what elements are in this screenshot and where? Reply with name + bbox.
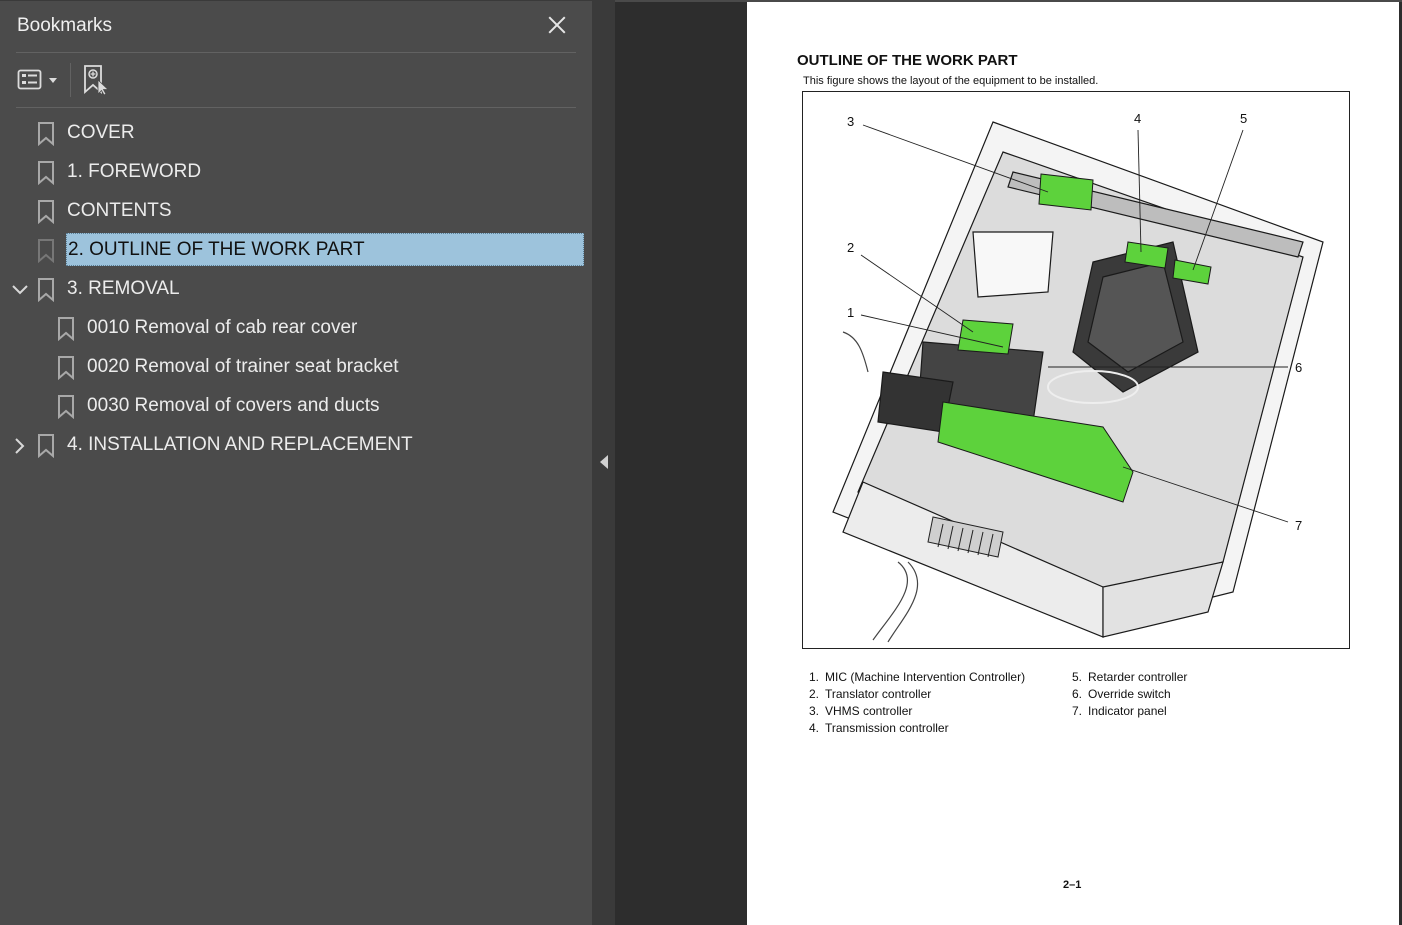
legend-item: 6. Override switch — [1071, 687, 1171, 701]
machine-illustration — [832, 121, 1324, 643]
callout-label: 1 — [847, 305, 855, 320]
panel-title: Bookmarks — [17, 15, 113, 36]
legend-item: 4. Transmission controller — [808, 721, 949, 735]
bookmark-item-foreword[interactable]: 1. FOREWORD — [0, 153, 592, 192]
bookmark-icon — [38, 161, 54, 185]
bookmark-item-contents[interactable]: CONTENTS — [0, 192, 592, 231]
callout-label: 7 — [1295, 518, 1303, 533]
bookmark-tree: COVER 1. FOREWORD CONTENTS 2. OUTLINE OF… — [0, 114, 592, 465]
new-bookmark-button[interactable] — [82, 64, 112, 96]
legend-item: 7. Indicator panel — [1071, 704, 1167, 718]
toolbar-separator — [70, 63, 71, 97]
bookmark-label: 0030 Removal of covers and ducts — [87, 395, 380, 416]
bookmark-label: 0020 Removal of trainer seat bracket — [87, 356, 399, 377]
legend-item: 3. VHMS controller — [808, 704, 913, 718]
bookmark-item-removal[interactable]: 3. REMOVAL — [0, 270, 592, 309]
bookmark-item-cover[interactable]: COVER — [0, 114, 592, 153]
bookmark-icon — [58, 317, 74, 341]
bookmark-item-0020[interactable]: 0020 Removal of trainer seat bracket — [0, 348, 592, 387]
bookmark-item-outline[interactable]: 2. OUTLINE OF THE WORK PART — [0, 231, 592, 270]
collapse-panel-icon[interactable] — [600, 455, 608, 469]
callout-label: 6 — [1295, 360, 1303, 375]
divider — [16, 107, 576, 108]
legend-item: 2. Translator controller — [808, 687, 932, 701]
bookmark-label: CONTENTS — [67, 200, 172, 221]
callout-label: 3 — [847, 114, 855, 129]
legend-item: 1. MIC (Machine Intervention Controller) — [808, 670, 1026, 684]
legend-item: 5. Retarder controller — [1071, 670, 1188, 684]
document-page: OUTLINE OF THE WORK PART This figure sho… — [747, 2, 1399, 925]
legend-left: 1. MIC (Machine Intervention Controller) … — [803, 670, 1025, 738]
bookmark-item-0010[interactable]: 0010 Removal of cab rear cover — [0, 309, 592, 348]
bookmarks-panel: Bookmarks COVER 1. FOREWORD CONTENTS 2. … — [0, 0, 592, 925]
bookmark-label: 1. FOREWORD — [67, 161, 202, 182]
bookmark-icon — [38, 434, 54, 458]
bookmark-icon — [38, 122, 54, 146]
bookmark-icon — [38, 278, 54, 302]
page-title: OUTLINE OF THE WORK PART — [797, 52, 1018, 69]
callout-label: 4 — [1134, 111, 1142, 126]
equipment-layout-figure: 3 4 5 2 1 6 7 — [802, 91, 1350, 649]
bookmark-item-0030[interactable]: 0030 Removal of covers and ducts — [0, 387, 592, 426]
bookmark-label: 0010 Removal of cab rear cover — [87, 317, 358, 338]
page-subtitle: This figure shows the layout of the equi… — [803, 75, 1099, 87]
callout-label: 5 — [1240, 111, 1248, 126]
new-bookmark-icon — [84, 65, 110, 96]
legend-right: 5. Retarder controller 6. Override switch … — [1066, 670, 1187, 721]
chevron-right-icon[interactable] — [11, 437, 29, 455]
list-options-button[interactable] — [17, 67, 61, 93]
bookmark-icon — [58, 395, 74, 419]
page-number: 2–1 — [1063, 879, 1082, 891]
bookmark-icon — [38, 200, 54, 224]
bookmark-icon — [58, 356, 74, 380]
list-options-icon — [17, 69, 57, 90]
chevron-down-icon[interactable] — [11, 281, 29, 299]
bookmark-label: 4. INSTALLATION AND REPLACEMENT — [67, 434, 413, 455]
bookmark-item-installation[interactable]: 4. INSTALLATION AND REPLACEMENT — [0, 426, 592, 465]
close-icon[interactable] — [546, 14, 568, 36]
divider — [16, 52, 576, 53]
bookmark-icon — [38, 239, 54, 263]
bookmark-label: 2. OUTLINE OF THE WORK PART — [66, 233, 584, 266]
callout-label: 2 — [847, 240, 855, 255]
bookmark-label: 3. REMOVAL — [67, 278, 180, 299]
bookmark-label: COVER — [67, 122, 135, 143]
